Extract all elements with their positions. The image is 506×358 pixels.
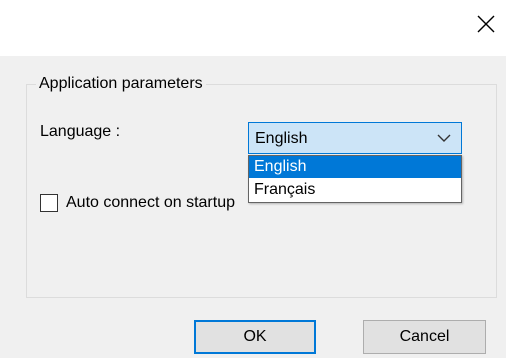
ok-button[interactable]: OK	[194, 320, 316, 354]
cancel-button[interactable]: Cancel	[363, 320, 486, 354]
group-title: Application parameters	[36, 74, 206, 94]
language-option-english[interactable]: English	[249, 156, 461, 178]
settings-dialog: Application parameters Language : Englis…	[0, 0, 506, 358]
language-label: Language :	[40, 123, 121, 140]
auto-connect-checkbox[interactable]	[40, 194, 58, 212]
chevron-down-icon	[437, 134, 451, 142]
close-button[interactable]	[466, 8, 506, 48]
title-bar	[0, 0, 506, 56]
language-option-francais[interactable]: Français	[249, 179, 461, 201]
language-dropdown-list: English Français	[248, 155, 462, 203]
auto-connect-label[interactable]: Auto connect on startup	[66, 192, 235, 214]
language-select[interactable]: English	[248, 122, 462, 154]
close-icon	[477, 15, 495, 33]
language-selected-value: English	[255, 130, 308, 147]
